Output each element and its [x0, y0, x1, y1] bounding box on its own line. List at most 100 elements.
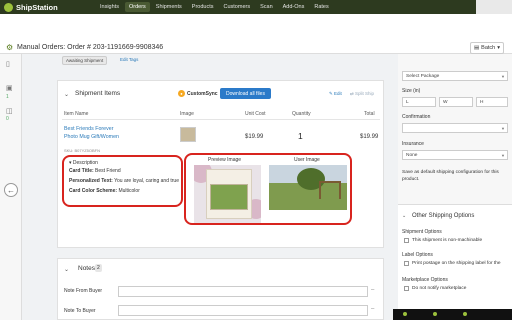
- package-select[interactable]: Select Package ▼: [402, 71, 508, 81]
- personalized-text-line: Personalized Text: You are loyal, caring…: [69, 178, 179, 184]
- chat-avatar-icon: [403, 312, 407, 316]
- topbar-user-area[interactable]: [476, 0, 512, 14]
- height-input[interactable]: H: [476, 97, 508, 107]
- shipment-items-title: Shipment Items: [75, 90, 121, 97]
- customsync-badge: ● CustomSync: [178, 90, 218, 97]
- do-not-notify-checkbox[interactable]: [404, 286, 409, 291]
- preview-image[interactable]: [194, 165, 261, 223]
- length-placeholder: L: [406, 99, 409, 105]
- width-placeholder: W: [443, 99, 448, 105]
- nav-item-products[interactable]: Products: [188, 2, 218, 12]
- rail-count-1: 1: [6, 94, 9, 100]
- personalized-text-value: You are loyal, caring and true: [114, 178, 179, 184]
- item-total: $19.99: [360, 134, 379, 140]
- collapse-chevron-icon[interactable]: ⌄: [64, 91, 69, 98]
- package-select-value: Select Package: [406, 73, 440, 79]
- download-all-files-button[interactable]: Download all files: [220, 88, 271, 99]
- page-title: Manual Orders: Order # 203-1191669-99083…: [17, 44, 164, 51]
- top-nav-bar: ShipStation Insights Orders Shipments Pr…: [0, 0, 512, 14]
- split-ship-label: Split Ship: [355, 91, 375, 96]
- user-image[interactable]: [269, 165, 347, 210]
- default-config-note[interactable]: Save as default shipping configuration f…: [402, 169, 510, 183]
- nav-item-customers[interactable]: Customers: [220, 2, 255, 12]
- collapse-chevron-icon[interactable]: ⌄: [402, 213, 406, 219]
- item-quantity: 1: [298, 131, 303, 141]
- batch-button[interactable]: ▤ Batch ▾: [470, 42, 504, 54]
- back-arrow-button[interactable]: ←: [4, 183, 18, 197]
- nav-item-insights[interactable]: Insights: [96, 2, 123, 12]
- app-name: ShipStation: [16, 2, 58, 12]
- card-color-scheme-label: Card Color Scheme:: [69, 188, 118, 194]
- insurance-select[interactable]: None ▼: [402, 150, 508, 160]
- note-from-buyer-field[interactable]: [118, 286, 368, 297]
- chevron-down-icon: ▼: [501, 152, 505, 158]
- customsync-icon: ●: [178, 90, 185, 97]
- notes-panel: ⌄ Notes 2 Note From Buyer – Note To Buye…: [57, 258, 384, 320]
- description-heading: ▾ Description: [69, 160, 98, 166]
- label-options-label: Label Options: [402, 252, 433, 258]
- non-machinable-label: This shipment is non-machinable: [412, 238, 483, 243]
- confirmation-label: Confirmation: [402, 114, 431, 120]
- status-badge: Awaiting Shipment: [62, 56, 108, 65]
- insurance-label: Insurance: [402, 141, 424, 147]
- nav-item-shipments[interactable]: Shipments: [152, 2, 186, 12]
- shipping-options-panel: Select Package ▼ Size (in) L W H Confirm…: [398, 54, 512, 320]
- width-input[interactable]: W: [439, 97, 473, 107]
- nav-item-rates[interactable]: Rates: [310, 2, 332, 12]
- nav-item-orders[interactable]: Orders: [124, 2, 150, 12]
- item-sku: SKU: B07YZ5OBFN: [64, 148, 101, 153]
- app-logo[interactable]: ShipStation: [0, 2, 96, 12]
- height-placeholder: H: [480, 99, 484, 105]
- nav-item-scan[interactable]: Scan: [256, 2, 277, 12]
- do-not-notify-label: Do not notify marketplace: [412, 286, 467, 291]
- print-postage-checkbox[interactable]: [404, 261, 409, 266]
- column-header-total: Total: [364, 111, 375, 117]
- item-name-link[interactable]: Best Friends Forever Photo Mug Gift/Wome…: [64, 126, 126, 142]
- notes-chevron-icon[interactable]: ⌄: [64, 266, 69, 273]
- card-title-value: Best Friend: [95, 168, 121, 174]
- calendar-icon[interactable]: ▣: [6, 84, 13, 92]
- print-postage-label: Print postage on the shipping label for …: [412, 261, 501, 266]
- card-title-line: Card Title: Best Friend: [69, 168, 121, 174]
- shipment-items-panel: ⌄ Shipment Items ● CustomSync Download a…: [57, 80, 384, 248]
- customsync-label: CustomSync: [187, 90, 218, 97]
- user-image-swing: [319, 181, 341, 199]
- card-title-label: Card Title:: [69, 168, 94, 174]
- chevron-down-icon: ▼: [501, 125, 505, 131]
- non-machinable-checkbox[interactable]: [404, 238, 409, 243]
- chevron-down-icon: ▼: [501, 73, 505, 79]
- card-preview: [206, 169, 252, 219]
- notes-title: Notes: [78, 265, 95, 272]
- batch-icon: ▤: [473, 45, 480, 51]
- batch-label: Batch: [481, 45, 496, 51]
- chevron-down-icon: ▾: [497, 45, 501, 51]
- description-heading-label: Description: [72, 160, 98, 166]
- document-icon[interactable]: ▯: [6, 60, 10, 68]
- notes-count-badge: 2: [95, 264, 102, 272]
- chat-avatar-icon: [433, 312, 437, 316]
- personalized-text-label: Personalized Text:: [69, 178, 113, 184]
- length-input[interactable]: L: [402, 97, 436, 107]
- split-ship-link[interactable]: ⇄ Split Ship: [350, 91, 374, 97]
- card-color-scheme-line: Card Color Scheme: Multicolor: [69, 188, 140, 194]
- item-thumbnail-image[interactable]: [180, 127, 196, 142]
- column-header-item-name: Item Name: [64, 111, 89, 117]
- edit-link[interactable]: ✎ Edit: [329, 91, 342, 97]
- preview-image-label: Preview Image: [208, 157, 242, 163]
- column-header-image: Image: [180, 111, 194, 117]
- note-from-buyer-label: Note From Buyer: [64, 288, 103, 294]
- images-highlight: Preview Image User Image: [184, 153, 352, 225]
- note-to-buyer-field[interactable]: [118, 305, 368, 316]
- arrow-left-icon: ←: [7, 185, 15, 195]
- size-label: Size (in): [402, 88, 421, 94]
- edit-tags-link[interactable]: Edit Tags: [120, 57, 138, 62]
- header-divider: [62, 119, 380, 120]
- gear-icon[interactable]: ⚙: [6, 43, 13, 52]
- note-to-buyer-label: Note To Buyer: [64, 308, 96, 314]
- box-icon[interactable]: ◫: [6, 107, 13, 115]
- column-header-quantity: Quantity: [292, 111, 311, 117]
- chat-widget[interactable]: [393, 309, 512, 320]
- confirmation-select[interactable]: ▼: [402, 123, 508, 133]
- shipstation-logo-icon: [4, 2, 13, 12]
- nav-item-add-ons[interactable]: Add-Ons: [279, 2, 309, 12]
